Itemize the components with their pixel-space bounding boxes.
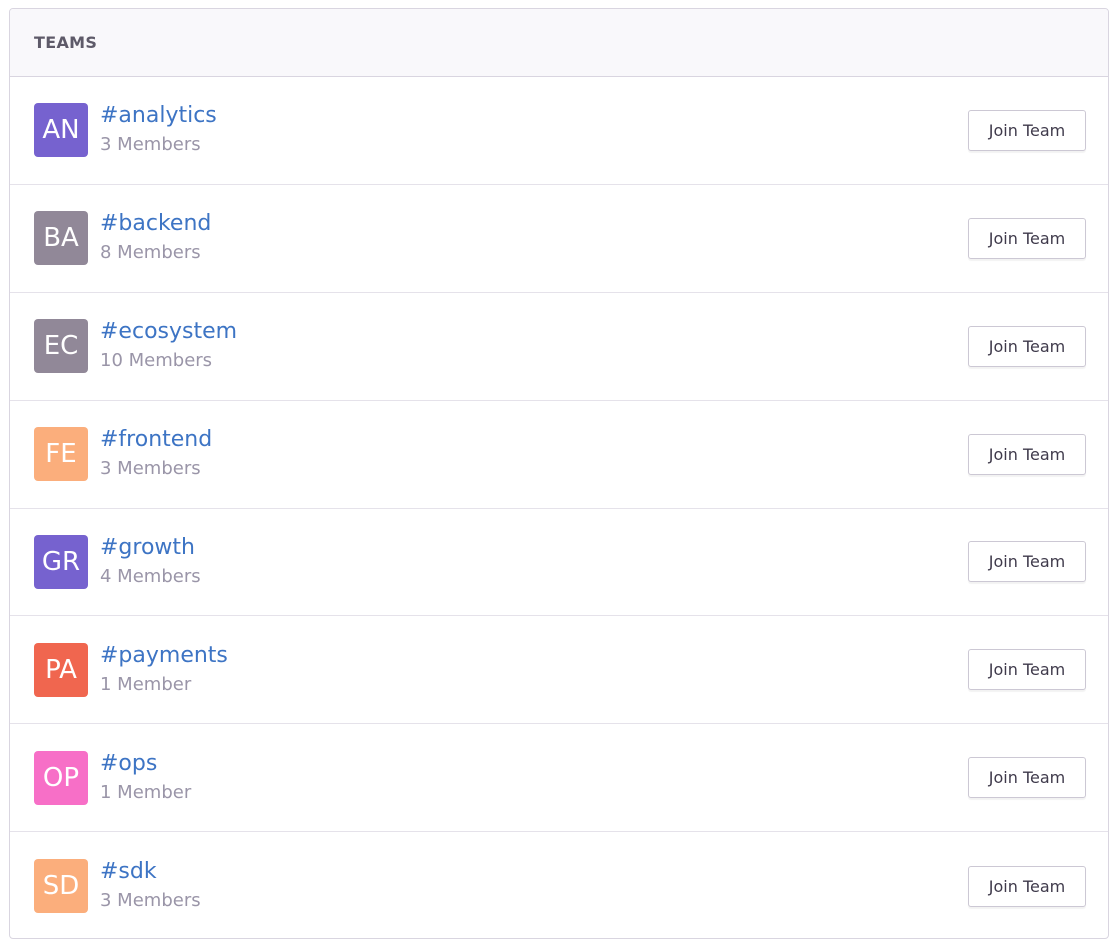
team-member-count: 3 Members: [100, 134, 201, 156]
join-team-button[interactable]: Join Team: [968, 325, 1086, 367]
team-row: FE #frontend 3 Members Join Team: [10, 401, 1108, 509]
team-row: BA #backend 8 Members Join Team: [10, 185, 1108, 293]
team-row: EC #ecosystem 10 Members Join Team: [10, 293, 1108, 401]
join-team-button[interactable]: Join Team: [968, 217, 1086, 259]
team-name-link[interactable]: #analytics: [100, 102, 968, 130]
join-team-button[interactable]: Join Team: [968, 757, 1086, 799]
team-avatar: BA: [34, 211, 88, 266]
team-avatar: OP: [34, 750, 88, 805]
team-name-link[interactable]: #growth: [100, 534, 968, 562]
join-team-button[interactable]: Join Team: [968, 109, 1086, 151]
team-member-count: 8 Members: [100, 242, 201, 264]
team-info: #ops 1 Member: [100, 750, 968, 806]
team-name-link[interactable]: #backend: [100, 210, 968, 238]
team-row: GR #growth 4 Members Join Team: [10, 509, 1108, 617]
team-member-count: 1 Member: [100, 673, 192, 695]
team-name-link[interactable]: #payments: [100, 642, 968, 670]
team-member-count: 1 Member: [100, 781, 192, 803]
team-avatar: FE: [34, 427, 88, 482]
team-avatar: PA: [34, 642, 88, 697]
team-name-link[interactable]: #ecosystem: [100, 318, 968, 346]
team-row: OP #ops 1 Member Join Team: [10, 724, 1108, 833]
team-info: #analytics 3 Members: [100, 102, 968, 158]
team-avatar: EC: [34, 319, 88, 374]
team-info: #backend 8 Members: [100, 210, 968, 266]
team-member-count: 10 Members: [100, 350, 213, 372]
join-team-button[interactable]: Join Team: [968, 541, 1086, 583]
team-row: SD #sdk 3 Members Join Team: [10, 832, 1108, 938]
team-info: #payments 1 Member: [100, 642, 968, 698]
join-team-button[interactable]: Join Team: [968, 433, 1086, 475]
panel-header: TEAMS: [10, 9, 1108, 77]
team-info: #sdk 3 Members: [100, 858, 968, 914]
team-avatar: SD: [34, 859, 88, 914]
team-avatar: GR: [34, 534, 88, 589]
team-info: #ecosystem 10 Members: [100, 318, 968, 374]
join-team-button[interactable]: Join Team: [968, 649, 1086, 691]
join-team-button[interactable]: Join Team: [968, 865, 1086, 907]
team-member-count: 3 Members: [100, 458, 201, 480]
team-name-link[interactable]: #sdk: [100, 858, 968, 886]
panel-title: TEAMS: [34, 33, 98, 52]
teams-panel: TEAMS AN #analytics 3 Members Join Team …: [9, 8, 1109, 939]
team-list: AN #analytics 3 Members Join Team BA #ba…: [10, 77, 1108, 938]
team-member-count: 3 Members: [100, 890, 201, 912]
team-avatar: AN: [34, 103, 88, 158]
team-member-count: 4 Members: [100, 565, 201, 587]
team-name-link[interactable]: #ops: [100, 750, 968, 778]
team-name-link[interactable]: #frontend: [100, 426, 968, 454]
team-row: AN #analytics 3 Members Join Team: [10, 77, 1108, 185]
team-info: #frontend 3 Members: [100, 426, 968, 482]
team-info: #growth 4 Members: [100, 534, 968, 590]
team-row: PA #payments 1 Member Join Team: [10, 616, 1108, 725]
